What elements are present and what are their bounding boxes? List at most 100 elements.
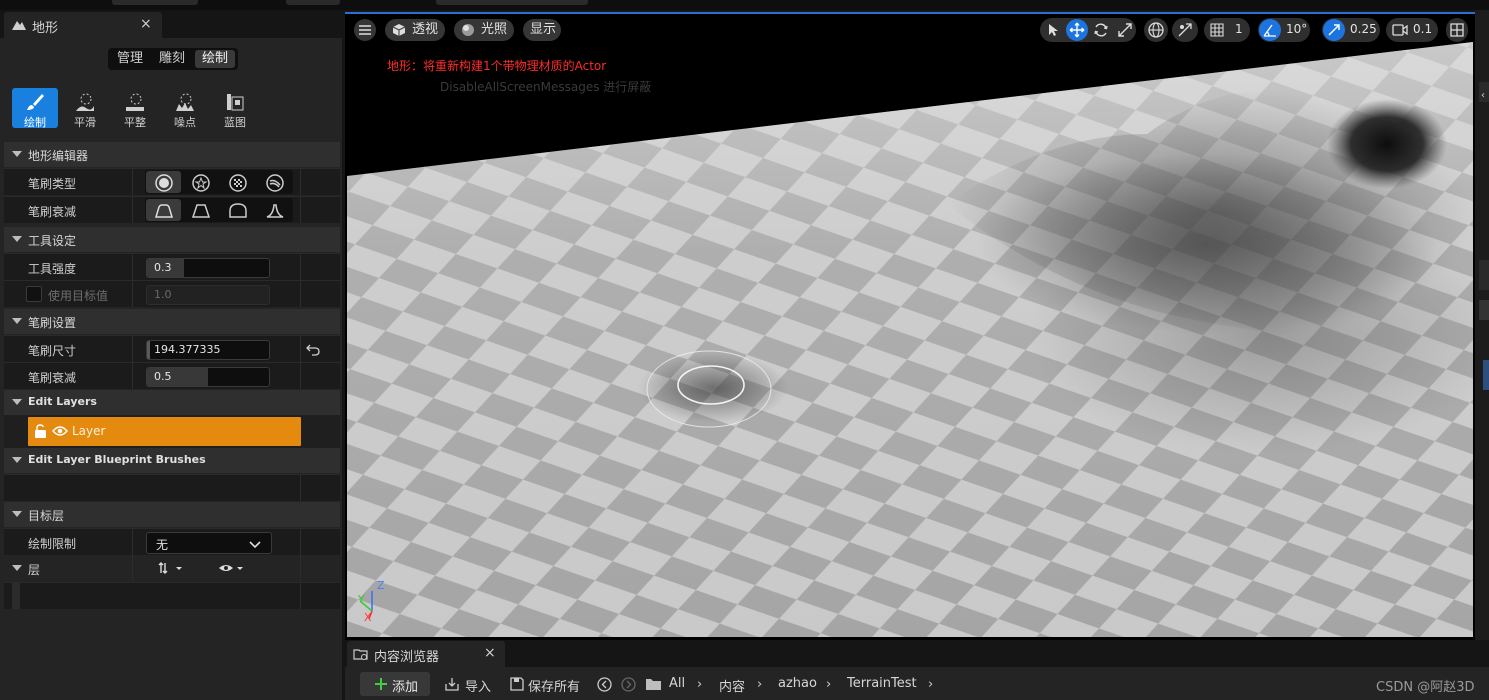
brush-pattern-button[interactable]	[220, 171, 255, 193]
use-target-input: 1.0	[146, 285, 270, 305]
perspective-button[interactable]: 透视	[385, 19, 445, 41]
breadcrumb-separator-icon: ›	[928, 677, 934, 692]
section-edit-layers[interactable]: Edit Layers	[4, 390, 340, 415]
scale-mode-button[interactable]	[1114, 19, 1136, 41]
section-title: 地形编辑器	[28, 149, 89, 163]
cursor-icon	[1049, 24, 1058, 36]
paint-restriction-dropdown[interactable]: 无	[146, 532, 272, 554]
terrain-view[interactable]	[347, 14, 1473, 637]
save-all-button[interactable]: 保存所有	[528, 676, 580, 695]
close-icon[interactable]: ×	[140, 16, 152, 32]
brush-falloff-row: 笔刷衰减 0.5	[4, 362, 340, 389]
falloff-linear-button[interactable]	[183, 199, 218, 221]
folder-icon[interactable]	[645, 677, 662, 694]
scrollbar-thumb[interactable]	[1479, 260, 1489, 290]
rotate-mode-button[interactable]	[1090, 19, 1112, 41]
tool-smooth-button[interactable]: 平滑	[62, 88, 108, 129]
import-icon[interactable]	[445, 677, 461, 694]
divider	[300, 254, 301, 280]
section-terrain-editor[interactable]: 地形编辑器	[4, 142, 340, 167]
camera-speed-button[interactable]: 0.1	[1386, 18, 1438, 42]
content-browser-tab[interactable]: 内容浏览器 ×	[347, 641, 505, 667]
breadcrumb-all[interactable]: All	[669, 676, 685, 691]
falloff-spherical-button[interactable]	[220, 199, 255, 221]
brush-component-button[interactable]	[257, 171, 292, 193]
scale-snap-toggle[interactable]: 0.25	[1322, 18, 1380, 42]
brush-falloff-input[interactable]: 0.5	[146, 367, 270, 387]
reset-icon[interactable]	[306, 342, 320, 359]
tool-label: 平滑	[74, 116, 96, 129]
tool-flatten-button[interactable]: 平整	[112, 88, 158, 129]
layout-button[interactable]	[1446, 18, 1468, 42]
grid-snap-toggle[interactable]: 1	[1204, 18, 1250, 42]
top-tab-stub[interactable]	[286, 0, 340, 5]
terrain-crater	[1327, 99, 1447, 189]
mode-selector: 管理 雕刻 绘制	[108, 48, 238, 70]
save-icon[interactable]	[510, 677, 524, 694]
content-browser-icon	[353, 649, 368, 660]
brush-size-label: 笔刷尺寸	[28, 344, 77, 358]
mode-manage-button[interactable]: 管理	[111, 50, 149, 68]
use-target-checkbox[interactable]	[26, 286, 42, 302]
add-button[interactable]: 添加	[360, 672, 430, 696]
layer-item[interactable]: Layer	[28, 417, 301, 446]
brush-size-input[interactable]: 194.377335	[146, 340, 270, 360]
top-tab-stub[interactable]	[112, 0, 198, 5]
landscape-tab[interactable]: 地形 ×	[4, 12, 162, 38]
falloff-tip-button[interactable]	[257, 199, 292, 221]
top-tab-stub[interactable]	[436, 0, 588, 5]
import-button[interactable]: 导入	[465, 676, 491, 695]
scrollbar-thumb[interactable]	[1479, 300, 1489, 320]
section-edit-layer-blueprint-brushes[interactable]: Edit Layer Blueprint Brushes	[4, 448, 340, 473]
visibility-filter-icon[interactable]	[218, 561, 246, 578]
tool-noise-button[interactable]: 噪点	[162, 88, 208, 129]
tool-paint-button[interactable]: 绘制	[12, 88, 58, 129]
rotation-snap-toggle[interactable]: 10°	[1258, 18, 1310, 42]
mode-paint-button[interactable]: 绘制	[195, 50, 235, 68]
divider	[300, 583, 301, 609]
divider	[300, 169, 301, 195]
breadcrumb-terraintest[interactable]: TerrainTest	[847, 676, 917, 691]
forward-arrow-icon[interactable]	[621, 677, 636, 695]
unlock-icon[interactable]	[34, 424, 47, 441]
tool-blueprint-button[interactable]: 蓝图	[212, 88, 258, 129]
globe-icon	[1148, 22, 1164, 38]
sort-icon[interactable]	[158, 561, 184, 578]
grid-icon	[1210, 23, 1224, 37]
noise-icon	[176, 93, 194, 111]
back-arrow-icon[interactable]	[597, 677, 612, 695]
eye-icon[interactable]	[52, 425, 68, 440]
breadcrumb-content[interactable]: 内容	[719, 676, 745, 695]
section-brush-settings[interactable]: 笔刷设置	[4, 309, 340, 334]
brush-alpha-button[interactable]	[183, 171, 218, 193]
section-tool-settings[interactable]: 工具设定	[4, 227, 340, 252]
divider	[132, 254, 133, 280]
falloff-smooth-button[interactable]	[146, 199, 181, 221]
lighting-button[interactable]: 光照	[454, 19, 514, 41]
hamburger-icon	[359, 25, 371, 35]
section-target-layer[interactable]: 目标层	[4, 502, 340, 527]
collapse-arrow-icon[interactable]	[12, 565, 22, 571]
world-local-toggle[interactable]	[1144, 18, 1168, 42]
show-button[interactable]: 显示	[523, 19, 561, 41]
select-mode-button[interactable]	[1042, 19, 1064, 41]
screen-message: 地形：将重新构建1个带物理材质的Actor	[387, 59, 607, 73]
brush-circle-button[interactable]	[146, 171, 181, 193]
screen-message-hint: DisableAllScreenMessages 进行屏蔽	[440, 80, 652, 94]
rotation-snap-button[interactable]	[1259, 19, 1281, 41]
blueprint-brushes-row	[4, 474, 340, 501]
camera-icon	[1392, 24, 1408, 36]
lighting-label: 光照	[481, 22, 508, 37]
level-viewport[interactable]: Z Y X	[347, 14, 1473, 637]
plus-icon	[375, 678, 387, 690]
mode-sculpt-button[interactable]: 雕刻	[152, 50, 192, 68]
section-title: Edit Layer Blueprint Brushes	[28, 453, 206, 466]
translate-mode-button[interactable]	[1066, 19, 1088, 41]
close-icon[interactable]: ×	[484, 645, 496, 661]
surface-snap-toggle[interactable]	[1172, 18, 1198, 42]
tool-strength-input[interactable]: 0.3	[146, 258, 270, 278]
viewport-menu-button[interactable]	[354, 19, 376, 41]
blueprint-icon	[227, 94, 244, 111]
scale-snap-button[interactable]	[1323, 19, 1345, 41]
breadcrumb-azhao[interactable]: azhao	[778, 676, 817, 691]
